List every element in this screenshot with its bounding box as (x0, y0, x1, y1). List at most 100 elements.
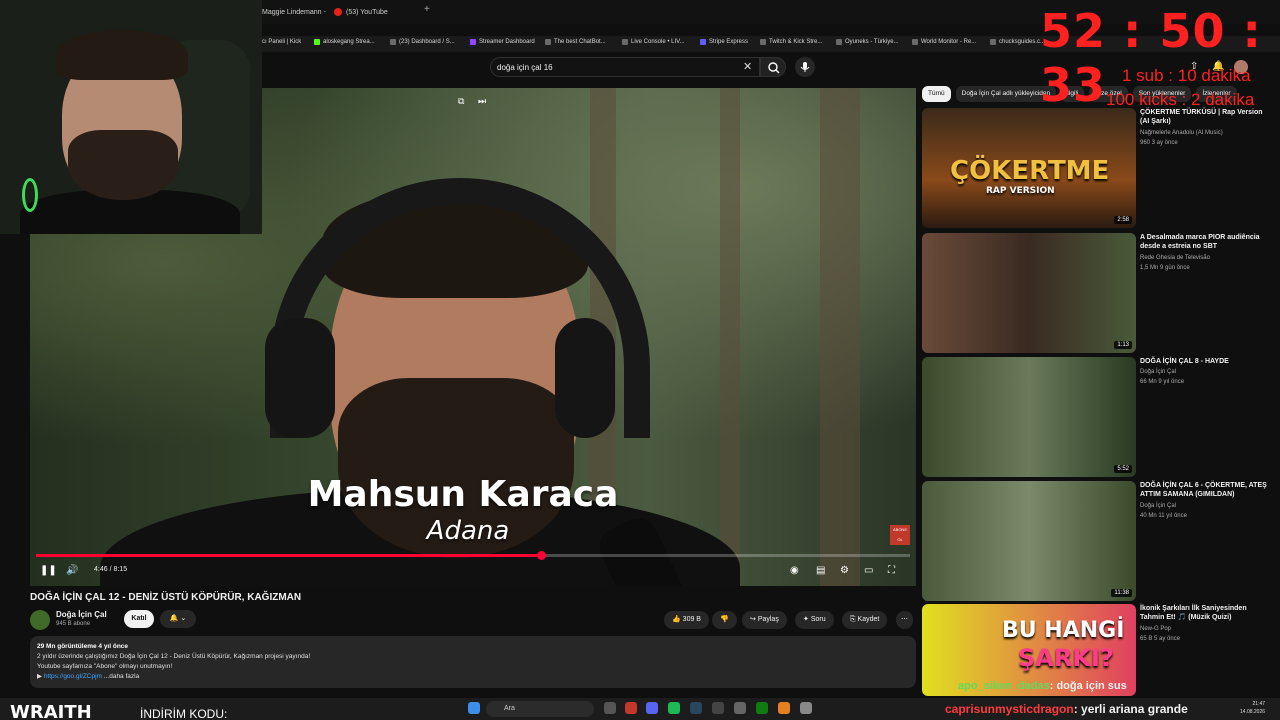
save-label: Kaydet (857, 616, 880, 623)
kick-rule-text: 100 kicks : 2 dakika (1106, 90, 1255, 109)
recommendation-item[interactable]: ÇÖKERTME RAP VERSION 2:58 ÇÖKERTME TÜRKÜ… (922, 108, 1272, 230)
recommendation-channel[interactable]: New-G Pop (1140, 626, 1171, 632)
more-actions-button[interactable]: ⋯ (896, 611, 913, 629)
bookmark[interactable]: aloskegang Strea... (314, 39, 375, 45)
subtitles-icon[interactable]: ▤ (816, 565, 825, 576)
video-thumbnail[interactable]: 1:13 (922, 233, 1136, 353)
like-button[interactable]: 👍 309 B (664, 611, 709, 629)
miniplayer-icon[interactable]: ⧉ (458, 96, 468, 106)
bookmark[interactable]: cı Paneli | Kick (262, 39, 301, 45)
description-line: 2 yıldır üzerinde çalıştığımız Doğa İçin… (37, 653, 311, 660)
search-input[interactable] (497, 61, 737, 74)
kick-icon (314, 39, 320, 45)
browser-tab[interactable]: Maggie Lindemann - (262, 4, 326, 20)
bookmark[interactable]: World Monitor - Re... (912, 39, 976, 45)
channel-name[interactable]: Doğa İçin Çal (56, 610, 107, 619)
pause-icon[interactable]: ❚❚ (40, 565, 57, 576)
bookmark[interactable]: (23) Dashboard / S... (390, 39, 455, 45)
video-thumbnail[interactable]: 5:52 (922, 357, 1136, 477)
volume-icon[interactable]: 🔊 (66, 565, 78, 576)
spotify-icon[interactable] (668, 702, 680, 714)
autoplay-toggle-icon[interactable]: ◉ (790, 565, 799, 576)
clock-time: 21:47 (1252, 701, 1266, 707)
app-icon[interactable] (778, 702, 790, 714)
sponsor-logo: WRAITH (10, 702, 92, 720)
recommendation-item[interactable]: 5:52 DOĞA İÇİN ÇAL 8 - HAYDE Doğa İçin Ç… (922, 357, 1272, 479)
share-label: Paylaş (757, 616, 779, 623)
new-tab-button[interactable]: + (424, 4, 430, 15)
recommendation-title[interactable]: DOĞA İÇİN ÇAL 6 - ÇÖKERTME, ATEŞ ATTIM S… (1140, 481, 1272, 499)
fullscreen-icon[interactable]: ⛶ (888, 565, 895, 576)
show-more-link[interactable]: ...daha fazla (104, 673, 139, 680)
bookmark-label: Live Console • LIV... (631, 39, 685, 45)
recommendation-title[interactable]: DOĞA İÇİN ÇAL 8 - HAYDE (1140, 357, 1272, 366)
bookmark[interactable]: chucksguides.c... (990, 39, 1045, 45)
settings-icon[interactable]: ⚙ (840, 565, 849, 576)
video-duration: 2:58 (1114, 216, 1132, 224)
chat-message: caprisunmysticdragon: yerli ariana grand… (945, 702, 1188, 716)
theater-mode-icon[interactable]: ▭ (864, 565, 873, 576)
bookmark-icon (622, 39, 628, 45)
recommendation-title[interactable]: İkonik Şarkıları İlk Saniyesinden Tahmin… (1140, 604, 1272, 622)
description-link[interactable]: https://goo.gl/ZCpjm (44, 673, 102, 680)
app-icon[interactable] (712, 702, 724, 714)
video-frame-detail (820, 88, 860, 586)
description-box[interactable]: 29 Mn görüntüleme 4 yıl önce 2 yıldır üz… (30, 636, 916, 688)
bookmark[interactable]: Streamer Dashboard (470, 39, 535, 45)
notification-bell-button[interactable]: 🔔 ⌄ (160, 610, 196, 628)
progress-bar[interactable] (36, 551, 910, 560)
app-icon[interactable] (734, 702, 746, 714)
recommendation-item[interactable]: 1:13 A Desalmada marca PIOR audiência de… (922, 233, 1272, 355)
task-view-icon[interactable] (604, 702, 616, 714)
channel-avatar[interactable] (30, 610, 50, 630)
chat-text: : doğa için sus (1049, 680, 1127, 692)
bookmark-label: chucksguides.c... (999, 39, 1046, 45)
video-thumbnail[interactable]: 11:38 (922, 481, 1136, 601)
chat-text: : yerli ariana grande (1073, 702, 1188, 716)
subscribe-watermark[interactable]: ABONE OL (890, 525, 910, 545)
share-button[interactable]: ↪ Paylaş (742, 611, 787, 629)
steam-icon[interactable] (690, 702, 702, 714)
recommendation-channel[interactable]: Doğa İçin Çal (1140, 503, 1176, 509)
join-button[interactable]: Katıl (124, 610, 154, 628)
taskbar-search-placeholder: Ara (504, 705, 515, 712)
opera-icon[interactable] (625, 702, 637, 714)
browser-tab-youtube[interactable]: (53) YouTube (334, 4, 388, 20)
bookmark[interactable]: Oyuneks - Türkiye... (836, 39, 899, 45)
ask-button[interactable]: ✦ Soru (795, 611, 834, 629)
bookmark-label: aloskegang Strea... (323, 39, 375, 45)
recommendation-meta: 1,5 Mn 9 gün önce (1140, 265, 1190, 271)
bookmark[interactable]: Stripe Express (700, 39, 748, 45)
discord-icon[interactable] (646, 702, 658, 714)
dislike-button[interactable]: 👎 (712, 611, 737, 629)
lower-third-name: Mahsun Karaca (307, 474, 619, 515)
recommendation-item[interactable]: 11:38 DOĞA İÇİN ÇAL 6 - ÇÖKERTME, ATEŞ A… (922, 481, 1272, 603)
view-meta: 29 Mn görüntüleme 4 yıl önce (37, 643, 129, 650)
recommendation-channel[interactable]: Doğa İçin Çal (1140, 369, 1176, 375)
video-thumbnail[interactable]: ÇÖKERTME RAP VERSION 2:58 (922, 108, 1136, 228)
skip-icon[interactable]: ⏭ (478, 96, 488, 106)
chip-all[interactable]: Tümü (922, 86, 951, 102)
taskbar-search[interactable]: Ara (486, 701, 594, 717)
save-button[interactable]: ⎘ Kaydet (842, 611, 888, 629)
recommendation-channel[interactable]: Rede Ghesia de Televisão (1140, 255, 1210, 261)
video-duration: 5:52 (1114, 465, 1132, 473)
search-button[interactable] (760, 57, 786, 77)
ask-label: Soru (810, 616, 826, 623)
chat-username: caprisunmysticdragon (945, 702, 1074, 716)
windows-start-icon[interactable] (468, 702, 480, 714)
voice-search-button[interactable] (795, 57, 815, 77)
search-box: ✕ (490, 57, 760, 77)
recommendation-channel[interactable]: Nağmelerle Anadolu (AI Music) (1140, 130, 1223, 136)
xbox-icon[interactable] (756, 702, 768, 714)
recommendation-title[interactable]: A Desalmada marca PIOR audiência desde a… (1140, 233, 1272, 251)
bookmark[interactable]: Live Console • LIV... (622, 39, 685, 45)
tab-label: (53) YouTube (346, 8, 388, 16)
bookmark[interactable]: The best ChatBot... (545, 39, 606, 45)
player-top-controls: ⧉ ⏭ (458, 96, 488, 106)
clear-search-icon[interactable]: ✕ (743, 60, 752, 73)
bookmark[interactable]: Twitch & Kick Stre... (760, 39, 822, 45)
video-duration: 1:13 (1114, 341, 1132, 349)
app-icon[interactable] (800, 702, 812, 714)
system-clock[interactable]: 21:47 14.08.2026 (1240, 700, 1265, 716)
